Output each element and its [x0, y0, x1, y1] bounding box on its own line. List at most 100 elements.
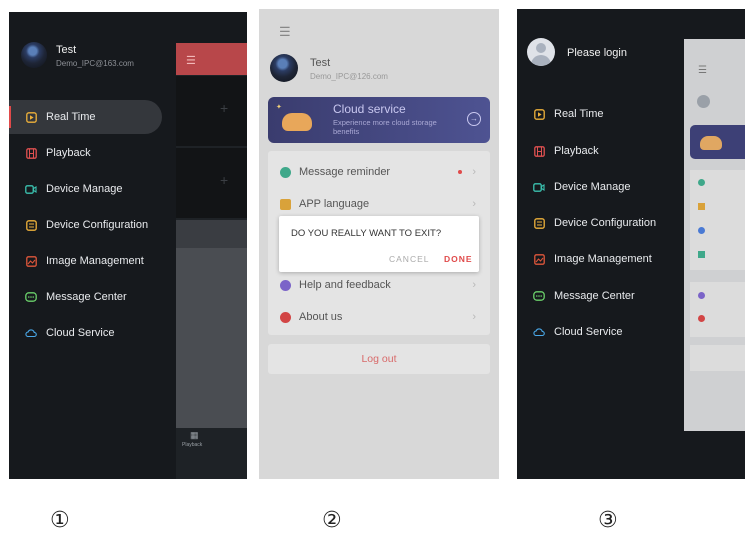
menu-icon[interactable]: ☰ [279, 24, 291, 40]
menu-item-image-management[interactable]: Image Management [9, 244, 169, 278]
menu-item-image-management[interactable]: Image Management [517, 242, 677, 276]
logout-button[interactable]: Log out [268, 344, 490, 374]
image-icon [25, 255, 37, 267]
video-slot: + [176, 148, 247, 218]
background-app: ☰ [684, 39, 745, 431]
menu-item-label: Image Management [554, 253, 652, 265]
help-icon [280, 279, 291, 291]
menu-item-device-manage[interactable]: Device Manage [517, 170, 677, 204]
language-icon [698, 203, 705, 210]
nav-drawer: Please login Real Time Playback Device M… [517, 9, 684, 479]
language-icon [280, 198, 291, 210]
cloud-title: Cloud service [333, 102, 406, 116]
menu-item-label: Cloud Service [46, 327, 115, 339]
menu-item-label: Playback [554, 145, 599, 157]
content-area [176, 248, 247, 433]
help-feedback-item[interactable]: Help and feedback › [268, 269, 490, 301]
done-button[interactable]: DONE [444, 254, 473, 264]
camera-icon [533, 181, 545, 193]
menu-item-label: Real Time [46, 111, 96, 123]
about-us-item[interactable]: About us › [268, 301, 490, 333]
menu-item-device-configuration[interactable]: Device Configuration [517, 206, 677, 240]
video-slot: + [176, 76, 247, 146]
user-email: Demo_IPC@163.com [56, 59, 134, 68]
menu-item-message-center[interactable]: Message Center [517, 279, 677, 313]
arrow-circle-icon: → [467, 112, 481, 126]
cloud-icon [25, 327, 37, 339]
red-dot-badge [458, 170, 462, 174]
chevron-right-icon: › [472, 166, 476, 178]
menu-item-label: Device Configuration [554, 217, 657, 229]
chevron-right-icon: › [472, 311, 476, 323]
background-app: ☰ + + ▦ Playback [176, 43, 247, 479]
message-icon [698, 179, 705, 186]
menu-item-label: Message Center [554, 290, 635, 302]
settings-card-peek-2 [690, 282, 745, 337]
share-icon [698, 251, 705, 258]
menu-item-device-configuration[interactable]: Device Configuration [9, 208, 169, 242]
film-icon [25, 147, 37, 159]
user-email: Demo_IPC@126.com [310, 72, 388, 81]
camera-icon [25, 183, 37, 195]
film-icon: ▦ [190, 430, 199, 440]
screen-drawer-logged-out: ☰ Please login Real Time Playback Device… [517, 9, 745, 479]
info-icon [698, 315, 705, 322]
menu-item-real-time[interactable]: Real Time [517, 97, 677, 131]
menu-item-cloud-service[interactable]: Cloud Service [517, 315, 677, 349]
bottom-tab-bar: ▦ Playback [176, 428, 247, 479]
image-icon [533, 253, 545, 265]
background-app-header: ☰ [176, 43, 247, 75]
menu-item-device-manage[interactable]: Device Manage [9, 172, 169, 206]
menu-item-label: Device Configuration [46, 219, 149, 231]
exit-dialog: DO YOU REALLY WANT TO EXIT? CANCEL DONE [279, 216, 479, 272]
menu-icon: ☰ [186, 55, 196, 67]
cloud-icon [533, 326, 545, 338]
menu-item-label: Real Time [554, 108, 604, 120]
menu-item-label: Playback [46, 147, 91, 159]
play-icon [533, 108, 545, 120]
menu-item-cloud-service[interactable]: Cloud Service [9, 316, 169, 350]
default-avatar-icon[interactable] [527, 38, 555, 66]
tab-playback-label: Playback [182, 442, 203, 448]
caption-2: ② [322, 508, 342, 533]
login-prompt[interactable]: Please login [567, 47, 627, 59]
avatar-head [536, 43, 546, 53]
user-name: Test [56, 44, 77, 56]
control-bar [176, 220, 247, 248]
cancel-button[interactable]: CANCEL [389, 254, 429, 264]
menu-item-playback[interactable]: Playback [517, 134, 677, 168]
settings-icon [698, 227, 705, 234]
menu-item-label: Message Center [46, 291, 127, 303]
avatar-body [531, 55, 551, 66]
item-label: APP language [299, 198, 370, 210]
item-label: About us [299, 311, 343, 323]
config-icon [533, 217, 545, 229]
message-icon [533, 290, 545, 302]
settings-card-peek [690, 170, 745, 270]
avatar [697, 95, 710, 108]
menu-item-real-time[interactable]: Real Time [9, 100, 162, 134]
menu-item-playback[interactable]: Playback [9, 136, 169, 170]
star-icon: ✦ [276, 104, 282, 111]
logout-label: Log out [361, 353, 397, 365]
screen-drawer-logged-in: ☰ + + ▦ Playback Test Demo_IPC@163.com R… [9, 12, 247, 479]
screen-exit-dialog: ☰ Test Demo_IPC@126.com ✦ Cloud service … [259, 9, 499, 479]
dialog-message: DO YOU REALLY WANT TO EXIT? [291, 228, 442, 239]
avatar[interactable] [270, 54, 298, 82]
avatar[interactable] [21, 42, 47, 68]
info-icon [280, 311, 291, 323]
menu-item-label: Device Manage [46, 183, 123, 195]
add-icon: + [220, 100, 229, 116]
chevron-right-icon: › [472, 198, 476, 210]
cloud-banner-peek [690, 125, 745, 159]
cloud-service-banner[interactable]: ✦ Cloud service Experience more cloud st… [268, 97, 490, 143]
cloud-illustration [700, 136, 722, 150]
item-label: Message reminder [299, 166, 391, 178]
menu-item-message-center[interactable]: Message Center [9, 280, 169, 314]
message-reminder-item[interactable]: Message reminder › [268, 156, 490, 188]
menu-item-label: Image Management [46, 255, 144, 267]
cloud-illustration [282, 113, 312, 131]
add-icon: + [220, 172, 229, 188]
logout-peek [690, 345, 745, 371]
message-reminder-icon [280, 166, 291, 178]
